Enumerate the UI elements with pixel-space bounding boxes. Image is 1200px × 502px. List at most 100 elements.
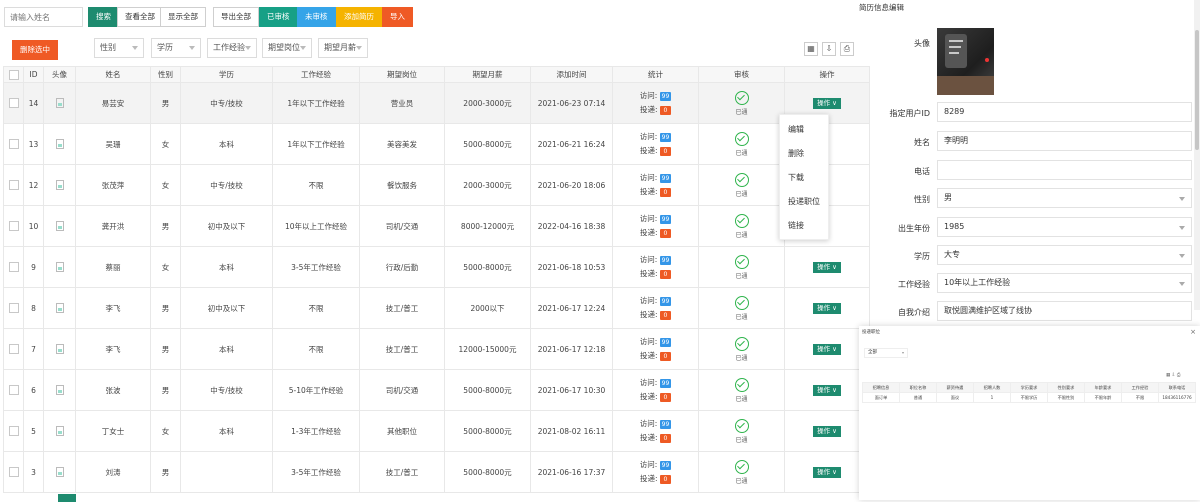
operations-button[interactable]: 操作 ∨ [813, 466, 841, 478]
operations-button[interactable]: 操作 ∨ [813, 384, 841, 396]
export-all-button[interactable]: 导出全部 [213, 7, 259, 27]
export-icon[interactable]: ⇩ [822, 42, 836, 56]
header-checkbox-cell[interactable] [3, 66, 24, 83]
show-all-button[interactable]: 显示全部 [160, 7, 206, 27]
pagination-current-page[interactable] [58, 494, 76, 502]
row-checkbox[interactable] [8, 303, 19, 313]
row-checkbox-cell[interactable] [3, 369, 24, 411]
operations-button[interactable]: 操作 ∨ [813, 425, 841, 437]
apply-job-popup: 投递职位 × 全部 ▾ ▦ ⇩ ⎙ 招聘信息 职位名称 薪资待遇 招聘人数 学历要求 性别要… [859, 326, 1200, 500]
row-checkbox[interactable] [8, 221, 19, 231]
dropdown-item-download[interactable]: 下载 [780, 163, 828, 187]
row-checkbox-cell[interactable] [3, 287, 24, 329]
cell-audit[interactable]: 已通 [698, 246, 785, 288]
filter-education[interactable]: 学历 [151, 38, 201, 58]
cell-audit[interactable]: 已通 [698, 328, 785, 370]
avatar-image[interactable] [937, 28, 994, 95]
cell-audit[interactable]: 已通 [698, 287, 785, 329]
unapproved-button[interactable]: 未审核 [297, 7, 336, 27]
edit-panel-scrollbar[interactable] [1194, 0, 1200, 310]
operations-button[interactable]: 操作 ∨ [813, 302, 841, 314]
cell-audit[interactable]: 已通 [698, 82, 785, 124]
close-icon[interactable]: × [1190, 328, 1196, 336]
row-checkbox-cell[interactable] [3, 246, 24, 288]
cell-audit[interactable]: 已通 [698, 369, 785, 411]
operations-button[interactable]: 操作 ∨ [813, 97, 841, 109]
form-input[interactable] [937, 160, 1192, 180]
form-select[interactable]: 男 [937, 188, 1192, 208]
check-circle-icon[interactable] [734, 295, 749, 310]
row-checkbox[interactable] [8, 139, 19, 149]
filter-gender[interactable]: 性别 [94, 38, 144, 58]
cell-audit[interactable]: 已通 [698, 451, 785, 493]
import-button[interactable]: 导入 [382, 7, 413, 27]
dropdown-item-delete[interactable]: 删除 [780, 139, 828, 163]
row-checkbox[interactable] [8, 180, 19, 190]
dropdown-item-edit[interactable]: 编辑 [780, 115, 828, 139]
operations-label: 操作 [817, 262, 831, 271]
check-circle-icon[interactable] [734, 336, 749, 351]
cell-avatar [43, 164, 76, 206]
delete-selected-button[interactable]: 删除选中 [12, 40, 58, 60]
row-checkbox[interactable] [8, 262, 19, 272]
edit-panel-title: 简历信息编辑 [859, 3, 904, 12]
dropdown-item-link[interactable]: 链接 [780, 211, 828, 235]
check-circle-icon[interactable] [734, 254, 749, 269]
popup-tools-icon[interactable]: ▦ ⇩ ⎙ [1166, 372, 1180, 378]
check-circle-icon[interactable] [734, 377, 749, 392]
form-input[interactable]: 8289 [937, 102, 1192, 122]
select-all-checkbox[interactable] [8, 69, 19, 80]
cell-stats: 访问: 99 投递: 0 [612, 246, 699, 288]
cell-job: 技工/普工 [359, 451, 445, 493]
operations-button[interactable]: 操作 ∨ [813, 261, 841, 273]
row-checkbox-cell[interactable] [3, 410, 24, 452]
check-circle-icon[interactable] [734, 90, 749, 105]
popup-filter-select[interactable]: 全部 ▾ [864, 348, 908, 358]
cell-audit[interactable]: 已通 [698, 123, 785, 165]
row-checkbox-cell[interactable] [3, 123, 24, 165]
view-all-button[interactable]: 查看全部 [117, 7, 163, 27]
column-header: 审核 [698, 66, 785, 83]
row-checkbox-cell[interactable] [3, 82, 24, 124]
popup-cell: 面订单 [862, 392, 900, 403]
add-resume-button[interactable]: 添加简历 [336, 7, 382, 27]
apply-stat: 投递: 0 [614, 390, 698, 404]
check-circle-icon[interactable] [734, 418, 749, 433]
check-circle-icon[interactable] [734, 131, 749, 146]
row-checkbox-cell[interactable] [3, 164, 24, 206]
row-checkbox[interactable] [8, 426, 19, 436]
search-button[interactable]: 搜索 [88, 7, 119, 27]
row-checkbox[interactable] [8, 344, 19, 354]
row-checkbox-cell[interactable] [3, 205, 24, 247]
row-checkbox-cell[interactable] [3, 451, 24, 493]
operations-button[interactable]: 操作 ∨ [813, 343, 841, 355]
scrollbar-thumb[interactable] [1195, 30, 1199, 150]
cell-audit[interactable]: 已通 [698, 164, 785, 206]
cell-audit[interactable]: 已通 [698, 205, 785, 247]
check-circle-icon[interactable] [734, 459, 749, 474]
filter-expected-job[interactable]: 期望岗位 [262, 38, 312, 58]
dropdown-item-apply-job[interactable]: 投递职位 [780, 187, 828, 211]
cell-id: 5 [23, 410, 44, 452]
row-checkbox[interactable] [8, 98, 19, 108]
columns-icon[interactable]: ▦ [804, 42, 818, 56]
row-checkbox[interactable] [8, 467, 19, 477]
form-select[interactable]: 1985 [937, 217, 1192, 237]
cell-experience: 5-10年工作经验 [272, 369, 360, 411]
row-checkbox-cell[interactable] [3, 328, 24, 370]
form-input[interactable]: 取悦圆满维护区域了线协 [937, 301, 1192, 321]
form-input[interactable]: 李明明 [937, 131, 1192, 151]
check-circle-icon[interactable] [734, 172, 749, 187]
row-checkbox[interactable] [8, 385, 19, 395]
check-circle-icon[interactable] [734, 213, 749, 228]
filter-expected-salary[interactable]: 期望月薪 [318, 38, 368, 58]
cell-time: 2021-06-17 12:24 [530, 287, 613, 329]
cell-audit[interactable]: 已通 [698, 410, 785, 452]
cell-time: 2021-06-17 12:18 [530, 328, 613, 370]
form-select[interactable]: 10年以上工作经验 [937, 273, 1192, 293]
filter-experience[interactable]: 工作经验 [207, 38, 257, 58]
search-input[interactable] [4, 7, 83, 27]
form-select[interactable]: 大专 [937, 245, 1192, 265]
popup-column-header: 职位名称 [899, 382, 937, 393]
approved-button[interactable]: 已审核 [259, 7, 298, 27]
